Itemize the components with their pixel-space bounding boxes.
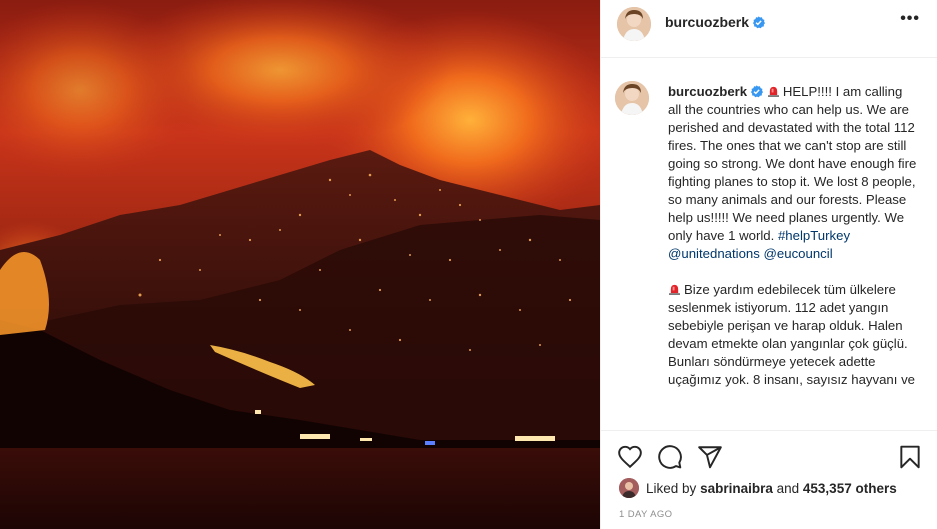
liked-by-prefix: Liked by bbox=[646, 480, 697, 496]
mention-link-eucouncil[interactable]: @eucouncil bbox=[764, 246, 833, 261]
likes-row: Liked by sabrinaibra and 453,357 others bbox=[619, 478, 897, 498]
alarm-siren-emoji bbox=[669, 284, 680, 295]
verified-badge-icon bbox=[752, 16, 766, 29]
post-header: burcuozberk ••• bbox=[601, 0, 937, 58]
caption-scroll-area[interactable]: burcuozberk HELP!!!! I am calling all th… bbox=[601, 59, 937, 429]
liker-avatar[interactable] bbox=[619, 478, 639, 498]
hashtag-link[interactable]: #helpTurkey bbox=[778, 228, 850, 243]
likes-and: and bbox=[776, 480, 800, 496]
author-avatar[interactable] bbox=[617, 7, 651, 41]
caption-author-avatar[interactable] bbox=[615, 81, 649, 115]
caption-paragraph-turkish: Bize yardım edebilecek tüm ülkelere sesl… bbox=[668, 281, 918, 389]
caption-english-text: HELP!!!! I am calling all the countries … bbox=[668, 84, 917, 243]
likes-count[interactable]: 453,357 others bbox=[803, 481, 897, 496]
avatar-image bbox=[615, 81, 649, 115]
share-icon[interactable] bbox=[697, 444, 723, 470]
bookmark-icon[interactable] bbox=[897, 444, 923, 470]
caption-turkish-text: Bize yardım edebilecek tüm ülkelere sesl… bbox=[668, 282, 916, 387]
post-image[interactable] bbox=[0, 0, 600, 529]
more-options-icon[interactable]: ••• bbox=[900, 10, 920, 28]
heart-icon[interactable] bbox=[617, 444, 643, 470]
avatar-image bbox=[617, 7, 651, 41]
caption-text: burcuozberk HELP!!!! I am calling all th… bbox=[668, 83, 918, 389]
verified-badge-icon bbox=[751, 85, 764, 98]
wildfire-photo bbox=[0, 0, 600, 529]
comment-icon[interactable] bbox=[657, 444, 683, 470]
caption-paragraph-english: burcuozberk HELP!!!! I am calling all th… bbox=[668, 83, 918, 263]
author-username-row: burcuozberk bbox=[665, 14, 766, 30]
post-side-panel: burcuozberk ••• burcuozberk HELP!!!! I a… bbox=[600, 0, 937, 529]
post-timestamp[interactable]: 1 DAY AGO bbox=[619, 509, 672, 520]
alarm-siren-emoji bbox=[767, 86, 779, 97]
avatar-image bbox=[619, 478, 639, 498]
caption-username[interactable]: burcuozberk bbox=[668, 84, 747, 99]
author-username[interactable]: burcuozberk bbox=[665, 14, 749, 30]
mention-link-unitednations[interactable]: @unitednations bbox=[668, 246, 760, 261]
post-actions-bar: Liked by sabrinaibra and 453,357 others … bbox=[601, 430, 937, 529]
liker-username[interactable]: sabrinaibra bbox=[700, 481, 773, 496]
